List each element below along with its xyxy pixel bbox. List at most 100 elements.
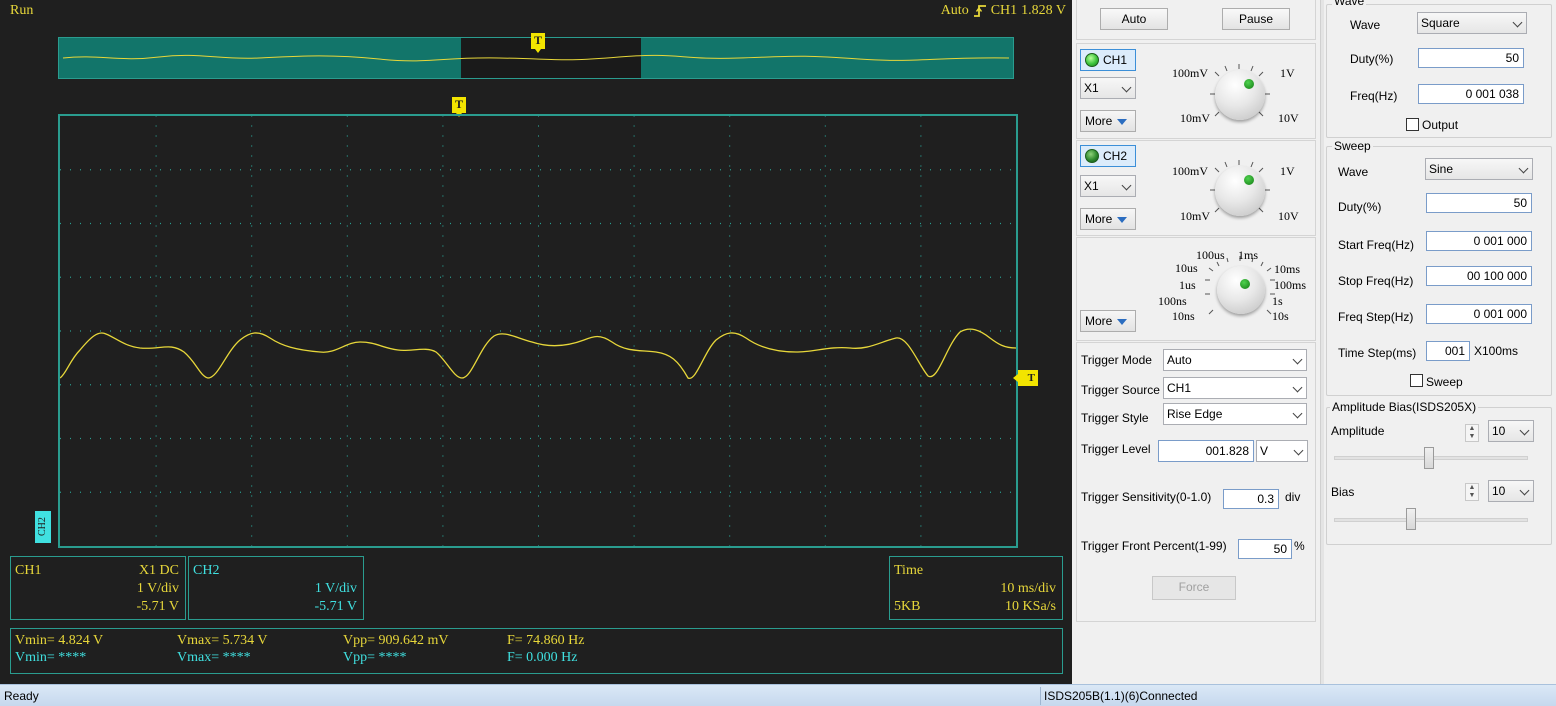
trigger-mode-select[interactable]: Auto [1163, 349, 1307, 371]
sweep-duty-input[interactable]: 50 [1426, 193, 1532, 213]
trigger-style-value: Rise Edge [1167, 407, 1223, 421]
chevron-down-icon [1293, 445, 1304, 456]
sweep-wave-select[interactable]: Sine [1425, 158, 1533, 180]
status-bar: Ready ISDS205B(1.1)(6)Connected [0, 684, 1556, 706]
ch1-probe-coupling: X1 DC [138, 563, 179, 578]
ch1-knob-label-10mv: 10mV [1180, 111, 1210, 125]
ch1-freq: F= 74.860 Hz [507, 633, 585, 648]
ch2-volts-knob[interactable] [1215, 166, 1265, 216]
trigger-mode-readout: Auto [940, 3, 969, 18]
trigger-sensitivity-input[interactable]: 0.3 [1223, 489, 1279, 509]
run-state[interactable]: Run [10, 3, 33, 19]
chevron-down-icon [1519, 485, 1530, 496]
amplitude-label: Amplitude [1331, 424, 1385, 438]
ch1-more-button[interactable]: More [1080, 110, 1136, 132]
trigger-front-input[interactable]: 50 [1238, 539, 1292, 559]
sweep-duty-label: Duty(%) [1338, 200, 1382, 214]
scope-display: Run Auto CH1 1.828 V T T CH2 T CH1 X1 DC… [0, 0, 1072, 684]
time-label: Time [894, 563, 924, 578]
ch1-knob-label-100mv: 100mV [1172, 66, 1208, 80]
stop-freq-input[interactable]: 00 100 000 [1426, 266, 1532, 286]
trigger-source-value: CH1 [1167, 381, 1192, 395]
ch1-offset: -5.71 V [136, 599, 179, 614]
duty-input[interactable]: 50 [1418, 48, 1524, 68]
chevron-down-icon [1292, 382, 1303, 393]
amplitude-slider-thumb[interactable] [1424, 447, 1434, 469]
trigger-front-label: Trigger Front Percent(1-99) [1081, 539, 1227, 553]
trigger-status: Auto CH1 1.828 V [941, 3, 1066, 19]
ch1-toggle-label: CH1 [1103, 53, 1128, 67]
memory-depth: 5KB [894, 599, 921, 614]
trigger-front-unit: % [1294, 539, 1305, 553]
ch1-scale: 1 V/div [136, 581, 179, 596]
trigger-level-unit-select[interactable]: V [1256, 440, 1308, 462]
control-panel: Auto Pause CH1 X1 More 100mV 1V 10mV 10V… [1072, 0, 1320, 684]
ch1-volts-knob[interactable] [1215, 70, 1265, 120]
tb-label-10ns: 10ns [1172, 309, 1195, 323]
ch2-probe-select[interactable]: X1 [1080, 175, 1136, 197]
start-freq-label: Start Freq(Hz) [1338, 238, 1415, 252]
ch2-led-icon [1085, 149, 1099, 163]
auto-button[interactable]: Auto [1100, 8, 1168, 30]
dropdown-triangle-icon [1117, 319, 1127, 325]
wave-select[interactable]: Square [1417, 12, 1527, 34]
timebase-knob[interactable] [1217, 266, 1265, 314]
rising-edge-icon [973, 5, 986, 17]
trigger-level-input[interactable]: 001.828 [1158, 440, 1254, 462]
timebase-knob-indicator [1240, 279, 1250, 289]
ch2-toggle[interactable]: CH2 [1080, 145, 1136, 167]
sweep-label: Sweep [1426, 375, 1463, 389]
freq-step-label: Freq Step(Hz) [1338, 310, 1414, 324]
status-separator [1040, 687, 1041, 705]
force-button[interactable]: Force [1152, 576, 1236, 600]
freq-input[interactable]: 0 001 038 [1418, 84, 1524, 104]
output-checkbox[interactable] [1406, 118, 1419, 131]
timebase-more-button[interactable]: More [1080, 310, 1136, 332]
timebase-more-label: More [1085, 314, 1113, 328]
amplitude-spin-icon[interactable]: ▲ ▼ [1465, 424, 1479, 442]
overview-trigger-marker[interactable]: T [531, 33, 545, 53]
sweep-checkbox[interactable] [1410, 374, 1423, 387]
trigger-mode-label: Trigger Mode [1081, 353, 1152, 367]
tb-label-1s: 1s [1272, 294, 1283, 308]
chevron-down-icon [1121, 180, 1132, 191]
ch2-more-button[interactable]: More [1080, 208, 1136, 230]
trigger-source-select[interactable]: CH1 [1163, 377, 1307, 399]
pause-button[interactable]: Pause [1222, 8, 1290, 30]
trigger-channel-readout: CH1 [990, 3, 1018, 18]
wave-label: Wave [1350, 18, 1381, 32]
time-step-input[interactable]: 001 [1426, 341, 1470, 361]
ch1-knob-label-1v: 1V [1280, 66, 1295, 80]
ch2-toggle-label: CH2 [1103, 149, 1128, 163]
generator-panel: Wave Wave Square Duty(%) 50 Freq(Hz) 0 0… [1324, 0, 1556, 684]
ch2-info-box: CH2 1 V/div -5.71 V [188, 556, 364, 620]
duty-label: Duty(%) [1350, 52, 1394, 66]
trigger-position-marker[interactable]: T [452, 97, 466, 117]
bias-slider-track[interactable] [1334, 518, 1528, 522]
ch2-vmax: Vmax= **** [177, 650, 251, 665]
dropdown-triangle-icon [1117, 217, 1127, 223]
amplitude-select[interactable]: 10 [1488, 420, 1534, 442]
trigger-level-marker[interactable]: T [1013, 370, 1038, 386]
ch2-knob-label-10mv: 10mV [1180, 209, 1210, 223]
timebase-readout: 10 ms/div [1000, 581, 1056, 596]
ch1-led-icon [1085, 53, 1099, 67]
chevron-down-icon [1512, 17, 1523, 28]
start-freq-input[interactable]: 0 001 000 [1426, 231, 1532, 251]
ch2-offset-marker[interactable]: CH2 [35, 511, 51, 543]
bias-slider-thumb[interactable] [1406, 508, 1416, 530]
bias-select[interactable]: 10 [1488, 480, 1534, 502]
ch1-vmax: Vmax= 5.734 V [177, 633, 268, 648]
waveform-grid[interactable] [58, 114, 1018, 548]
status-connection: ISDS205B(1.1)(6)Connected [1044, 689, 1198, 703]
freq-step-input[interactable]: 0 001 000 [1426, 304, 1532, 324]
measurements-box: Vmin= 4.824 V Vmax= 5.734 V Vpp= 909.642… [10, 628, 1063, 674]
trigger-style-select[interactable]: Rise Edge [1163, 403, 1307, 425]
ch1-toggle[interactable]: CH1 [1080, 49, 1136, 71]
tb-label-100us: 100us [1196, 248, 1225, 262]
ch1-info-name: CH1 [15, 563, 42, 578]
ch1-probe-select[interactable]: X1 [1080, 77, 1136, 99]
chevron-down-icon [1519, 425, 1530, 436]
time-info-box: Time 10 ms/div 5KB 10 KSa/s [889, 556, 1063, 620]
bias-spin-icon[interactable]: ▲ ▼ [1465, 483, 1479, 501]
